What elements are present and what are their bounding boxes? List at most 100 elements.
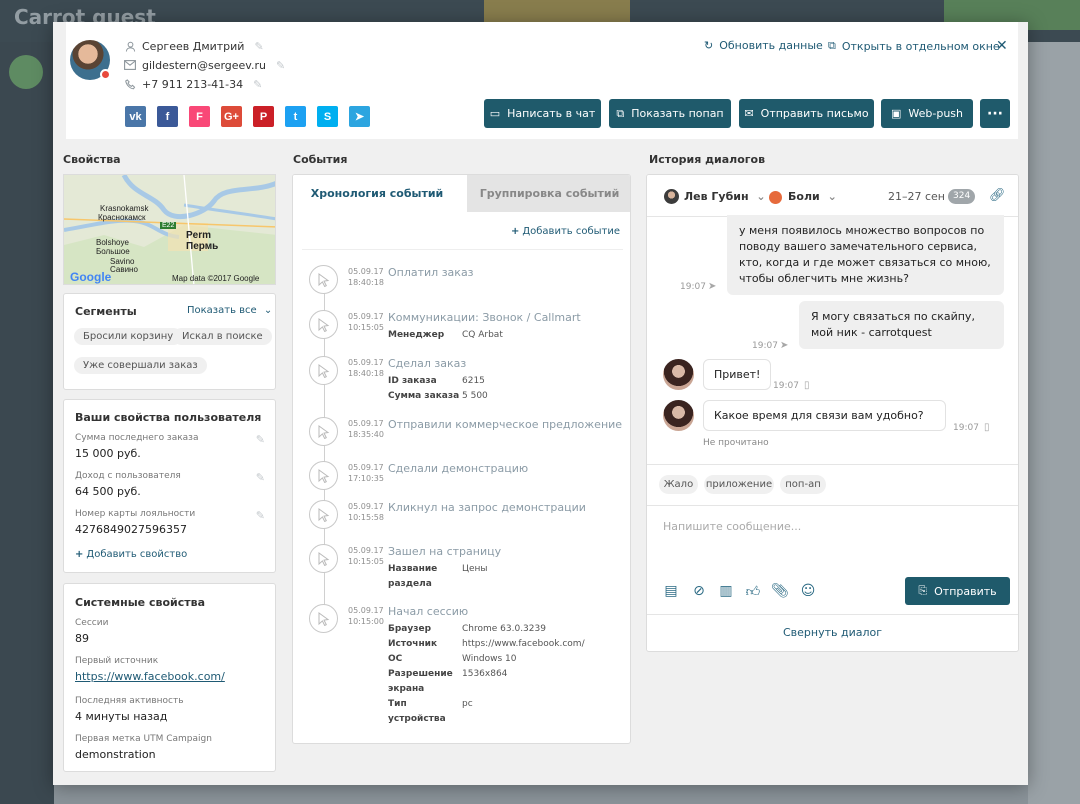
location-map[interactable]: Krasnokamsk Краснокамск Perm Пермь Bolsh… — [63, 174, 276, 285]
user-properties-title: Ваши свойства пользователя — [75, 411, 262, 424]
event-property-value: Chrome 63.0.3239 — [462, 624, 546, 634]
event-datetime: 05.09.17 10:15:05 — [348, 311, 384, 333]
edit-email-icon[interactable]: ✎ — [276, 59, 285, 72]
edit-name-icon[interactable]: ✎ — [254, 40, 263, 53]
edit-property-icon[interactable]: ✎ — [256, 509, 265, 522]
message-time: 19:07 — [773, 381, 799, 391]
event-datetime: 05.09.17 10:15:00 — [348, 605, 384, 627]
channel-selector[interactable]: Боли ⌄ — [788, 190, 837, 203]
tab-grouping[interactable]: Группировка событий — [467, 175, 630, 212]
event-title[interactable]: Сделали демонстрацию — [388, 462, 528, 475]
segment-pill[interactable]: Искал в поиске — [173, 328, 272, 345]
show-all-segments-link[interactable]: Показать все ⌄ — [187, 305, 272, 316]
send-button[interactable]: ⎘ Отправить — [905, 577, 1010, 605]
google-logo: Google — [70, 270, 112, 284]
event-date: 05.09.17 — [348, 358, 384, 367]
slash-command-icon[interactable]: ⊘ — [691, 583, 707, 599]
more-actions-button[interactable]: ··· — [980, 99, 1010, 128]
pinterest-icon[interactable]: P — [253, 106, 274, 127]
road-badge: E22 — [160, 222, 177, 229]
event-property-key: Название раздела — [388, 564, 438, 589]
event-title[interactable]: Зашел на страницу — [388, 545, 501, 558]
events-title: События — [293, 153, 348, 166]
close-icon[interactable]: ✕ — [996, 38, 1008, 54]
vk-icon[interactable]: vk — [125, 106, 146, 127]
first-source-link[interactable]: https://www.facebook.com/ — [75, 670, 225, 683]
event-title[interactable]: Начал сессию — [388, 605, 468, 618]
event-property-value: https://www.facebook.com/ — [462, 639, 585, 649]
cursor-icon — [309, 461, 338, 490]
skype-icon[interactable]: S — [317, 106, 338, 127]
foursquare-icon[interactable]: F — [189, 106, 210, 127]
event-title[interactable]: Коммуникации: Звонок / Callmart — [388, 311, 581, 324]
map-label: Савино — [110, 265, 138, 274]
event-properties: ID заказа 6215 Сумма заказа 5 500 — [388, 374, 488, 404]
template-icon[interactable]: ▤ — [663, 583, 679, 599]
add-property-link[interactable]: + Добавить свойство — [75, 549, 187, 560]
chevron-down-icon: ⌄ — [827, 190, 837, 203]
chevron-down-icon: ⌄ — [756, 190, 766, 203]
knowledge-base-icon[interactable]: ▥ — [718, 583, 734, 599]
event-property-value: 6215 — [462, 376, 485, 386]
twitter-icon[interactable]: t — [285, 106, 306, 127]
like-icon[interactable]: 👍︎ — [745, 583, 761, 600]
add-event-label: Добавить событие — [522, 226, 620, 237]
add-property-label: Добавить свойство — [86, 549, 188, 560]
event-property-value: pc — [462, 699, 473, 709]
dialog-tag[interactable]: поп-ап — [780, 475, 826, 494]
user-name-row: Сергеев Дмитрий ✎ — [124, 38, 264, 54]
show-popup-button[interactable]: ⧉ Показать попап — [609, 99, 731, 128]
cursor-icon — [309, 544, 338, 573]
event-title[interactable]: Отправили коммерческое предложение — [388, 418, 622, 431]
event-property: Тип устройства pc — [388, 697, 585, 727]
property-value: 4276849027596357 — [75, 523, 187, 536]
message-input[interactable]: Напишите сообщение... — [663, 520, 801, 533]
refresh-data-link[interactable]: ↻ Обновить данные — [704, 39, 823, 52]
link-icon[interactable]: 🔗︎ — [989, 188, 1006, 203]
tab-timeline[interactable]: Хронология событий — [293, 175, 461, 212]
edit-phone-icon[interactable]: ✎ — [253, 78, 262, 91]
event-title[interactable]: Оплатил заказ — [388, 266, 474, 279]
message-time: 19:07 — [953, 423, 979, 433]
web-push-button[interactable]: ▣ Web-push — [881, 99, 973, 128]
dialog-tag[interactable]: Жало — [659, 475, 698, 494]
tab-grouping-label: Группировка событий — [479, 187, 620, 200]
message-count-badge: 324 — [948, 189, 976, 204]
cursor-icon — [309, 417, 338, 446]
event-property-key: Разрешение экрана — [388, 669, 453, 694]
event-title[interactable]: Кликнул на запрос демонстрации — [388, 501, 586, 514]
message-time: 19:07 — [680, 282, 706, 292]
google-plus-icon[interactable]: G+ — [221, 106, 242, 127]
user-phone-row: +7 911 213-41-34 ✎ — [124, 76, 262, 92]
event-date: 05.09.17 — [348, 502, 384, 511]
properties-title: Свойства — [63, 153, 121, 166]
event-property: Менеджер CQ Arbat — [388, 328, 503, 343]
add-event-link[interactable]: + Добавить событие — [511, 226, 620, 237]
edit-property-icon[interactable]: ✎ — [256, 433, 265, 446]
app-right-area — [1028, 42, 1080, 804]
telegram-icon[interactable]: ➤ — [349, 106, 370, 127]
segment-pill[interactable]: Уже совершали заказ — [74, 357, 207, 374]
facebook-icon[interactable]: f — [157, 106, 178, 127]
telegram-icon: ➤ — [708, 281, 717, 292]
dialog-tag[interactable]: приложение — [704, 475, 774, 494]
open-new-window-link[interactable]: ⧉ Открыть в отдельном окне — [828, 39, 1000, 53]
collapse-dialog-button[interactable]: Свернуть диалог — [647, 614, 1018, 650]
social-links: vk f F G+ Pt S ➤ — [125, 106, 370, 127]
segment-pill[interactable]: Бросили корзину — [74, 328, 183, 345]
event-datetime: 05.09.17 18:40:18 — [348, 266, 384, 288]
agent-selector[interactable]: Лев Губин ⌄ — [684, 190, 766, 203]
user-properties-card: Ваши свойства пользователя Сумма последн… — [63, 399, 276, 573]
segments-card: Сегменты Показать все ⌄ Бросили корзину … — [63, 293, 276, 390]
send-email-button[interactable]: ✉ Отправить письмо — [739, 99, 874, 128]
event-title[interactable]: Сделал заказ — [388, 357, 466, 370]
write-to-chat-button[interactable]: ▭ Написать в чат — [484, 99, 601, 128]
property-label: Номер карты лояльности — [75, 509, 196, 519]
emoji-icon[interactable]: ☺ — [800, 583, 816, 599]
open-new-window-label: Открыть в отдельном окне — [841, 39, 1000, 53]
edit-property-icon[interactable]: ✎ — [256, 471, 265, 484]
user-phone[interactable]: +7 911 213-41-34 — [142, 78, 243, 91]
attachment-icon[interactable]: 📎︎ — [771, 583, 789, 599]
user-email[interactable]: gildestern@sergeev.ru — [142, 59, 266, 72]
property-value: 4 минуты назад — [75, 710, 168, 723]
